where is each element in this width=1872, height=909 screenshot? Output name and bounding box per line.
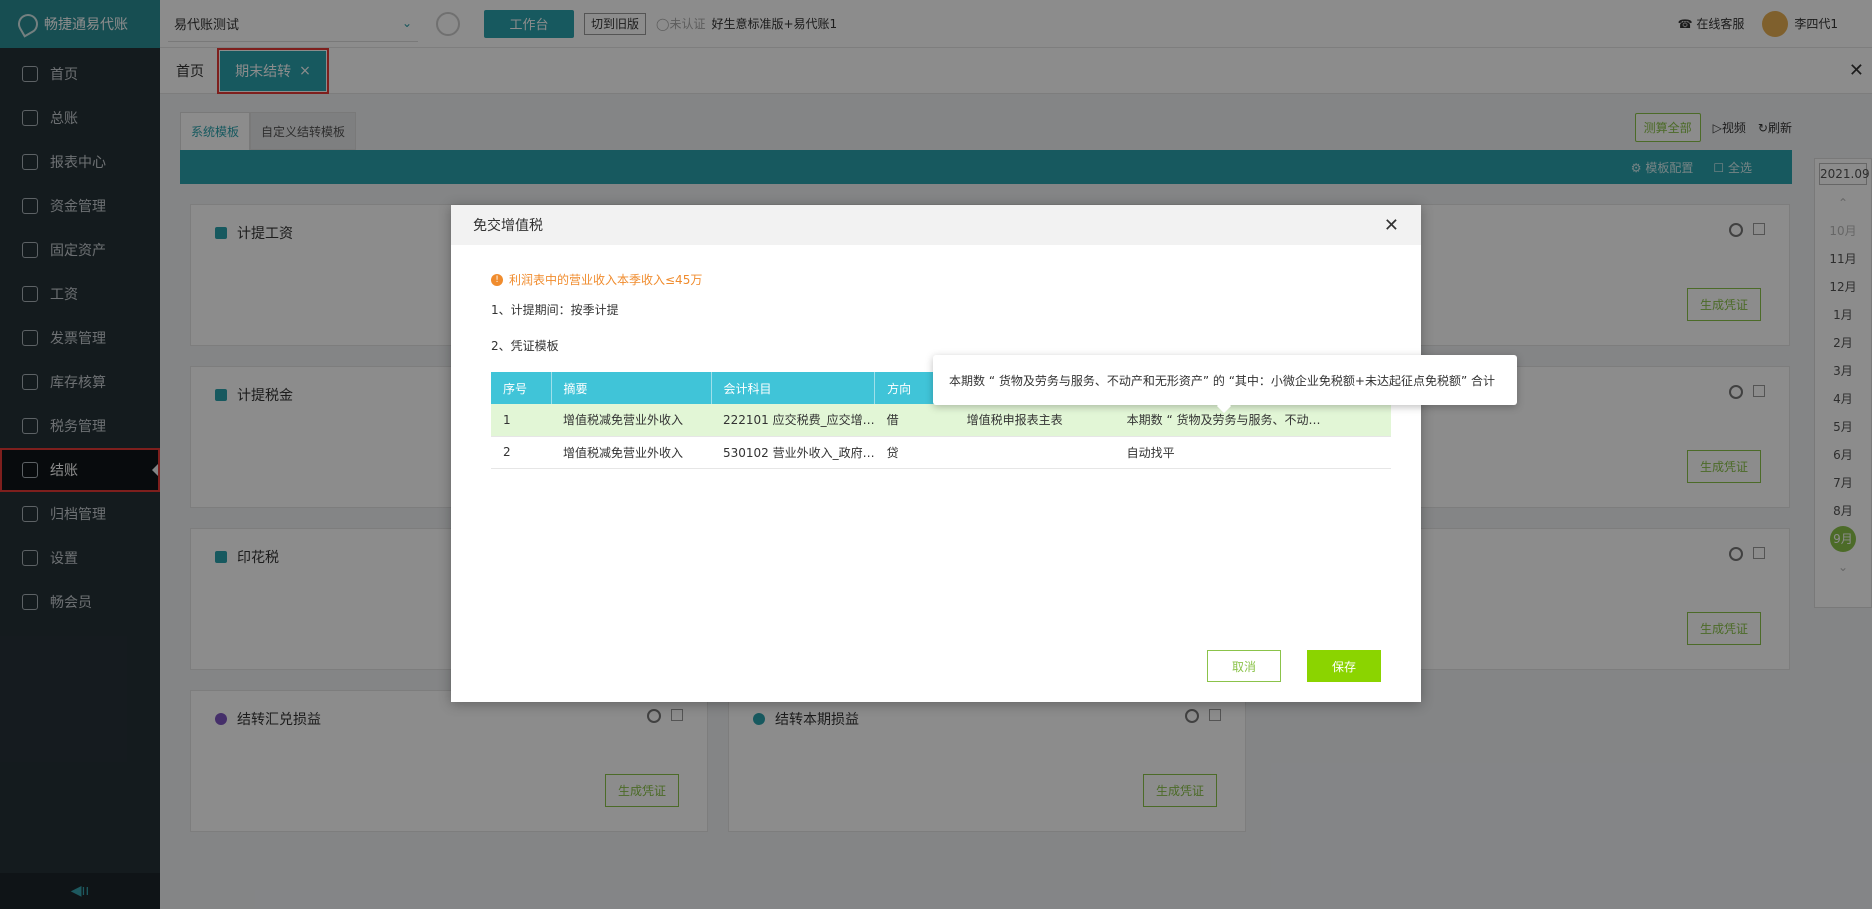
vat-exemption-dialog: 免交增值税 ✕ ! 利润表中的营业收入本季收入≤45万 1、计提期间：按季计提 … [451, 205, 1421, 702]
warning-icon: ! [491, 273, 503, 286]
col-summary: 摘要 [551, 372, 712, 404]
dialog-title: 免交增值税 [473, 218, 543, 234]
warning-text: ! 利润表中的营业收入本季收入≤45万 [491, 271, 702, 288]
close-icon[interactable]: ✕ [1384, 215, 1399, 236]
save-button[interactable]: 保存 [1307, 650, 1381, 682]
cancel-button[interactable]: 取消 [1207, 650, 1281, 682]
table-row[interactable]: 1 增值税减免营业外收入 222101 应交税费_应交增… 借 增值税申报表主表… [491, 404, 1391, 437]
formula-tooltip: 本期数 “ 货物及劳务与服务、不动产和无形资产” 的 “其中：小微企业免税额+未… [933, 355, 1517, 405]
col-seq: 序号 [491, 372, 552, 404]
col-account: 会计科目 [711, 372, 876, 404]
accrual-period-text: 1、计提期间：按季计提 [491, 303, 619, 317]
dialog-header: 免交增值税 ✕ [451, 205, 1421, 245]
voucher-template-heading: 2、凭证模板 [491, 339, 559, 353]
table-row[interactable]: 2 增值税减免营业外收入 530102 营业外收入_政府… 贷 自动找平 [491, 436, 1391, 469]
dialog-footer: 取消 保存 [1207, 650, 1381, 682]
